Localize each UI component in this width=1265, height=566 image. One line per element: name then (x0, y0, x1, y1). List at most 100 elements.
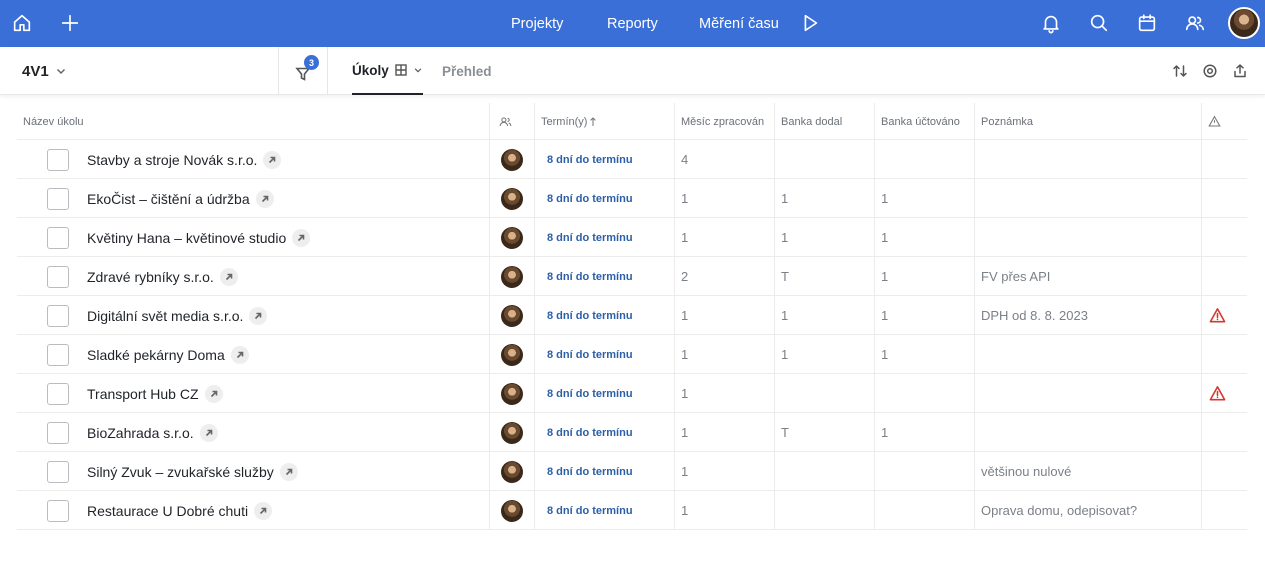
table-row[interactable]: Květiny Hana – květinové studio 8 dní do … (17, 218, 1247, 257)
task-checkbox[interactable] (47, 460, 69, 483)
task-name[interactable]: BioZahrada s.r.o. (87, 425, 194, 441)
bank-billed-cell[interactable] (874, 491, 974, 530)
deadline-cell[interactable]: 8 dní do termínu (534, 140, 674, 179)
assignee-cell[interactable] (489, 452, 534, 491)
task-checkbox[interactable] (47, 382, 69, 405)
bank-delivered-cell[interactable]: 1 (774, 179, 874, 218)
assignee-cell[interactable] (489, 374, 534, 413)
task-name[interactable]: Restaurace U Dobré chuti (87, 503, 248, 519)
open-task-icon[interactable] (219, 267, 238, 286)
bank-billed-cell[interactable]: 1 (874, 179, 974, 218)
table-row[interactable]: Digitální svět media s.r.o. 8 dní do term… (17, 296, 1247, 335)
assignee-cell[interactable] (489, 296, 534, 335)
deadline-cell[interactable]: 8 dní do termínu (534, 335, 674, 374)
plus-icon[interactable] (58, 11, 82, 35)
task-checkbox[interactable] (47, 187, 69, 210)
warning-cell[interactable] (1201, 491, 1247, 530)
task-checkbox[interactable] (47, 343, 69, 366)
month-cell[interactable]: 2 (674, 257, 774, 296)
task-name[interactable]: Transport Hub CZ (87, 386, 199, 402)
note-cell[interactable] (974, 374, 1201, 413)
task-checkbox[interactable] (47, 499, 69, 522)
note-cell[interactable] (974, 413, 1201, 452)
bank-delivered-cell[interactable]: 1 (774, 335, 874, 374)
task-checkbox[interactable] (47, 226, 69, 249)
project-selector[interactable]: 4V1 (22, 47, 67, 95)
nav-reporty[interactable]: Reporty (607, 0, 658, 47)
note-cell[interactable]: Oprava domu, odepisovat? (974, 491, 1201, 530)
assignee-cell[interactable] (489, 335, 534, 374)
task-name[interactable]: Stavby a stroje Novák s.r.o. (87, 152, 257, 168)
bank-delivered-cell[interactable] (774, 374, 874, 413)
task-checkbox[interactable] (47, 265, 69, 288)
month-cell[interactable]: 4 (674, 140, 774, 179)
task-checkbox[interactable] (47, 304, 69, 327)
deadline-cell[interactable]: 8 dní do termínu (534, 296, 674, 335)
note-cell[interactable]: DPH od 8. 8. 2023 (974, 296, 1201, 335)
open-task-icon[interactable] (254, 501, 273, 520)
warning-cell[interactable] (1201, 452, 1247, 491)
open-task-icon[interactable] (279, 462, 298, 481)
warning-cell[interactable] (1201, 413, 1247, 452)
table-row[interactable]: Silný Zvuk – zvukařské služby 8 dní do te… (17, 452, 1247, 491)
deadline-cell[interactable]: 8 dní do termínu (534, 218, 674, 257)
bank-delivered-cell[interactable]: 1 (774, 296, 874, 335)
task-name[interactable]: Zdravé rybníky s.r.o. (87, 269, 214, 285)
task-name[interactable]: Květiny Hana – květinové studio (87, 230, 286, 246)
deadline-cell[interactable]: 8 dní do termínu (534, 374, 674, 413)
table-row[interactable]: Restaurace U Dobré chuti 8 dní do termínu… (17, 491, 1247, 530)
warning-cell[interactable] (1201, 296, 1247, 335)
table-row[interactable]: Transport Hub CZ 8 dní do termínu 1 (17, 374, 1247, 413)
open-task-icon[interactable] (255, 189, 274, 208)
warning-cell[interactable] (1201, 140, 1247, 179)
nav-projekty[interactable]: Projekty (511, 0, 563, 47)
bank-billed-cell[interactable]: 1 (874, 335, 974, 374)
deadline-cell[interactable]: 8 dní do termínu (534, 413, 674, 452)
users-icon[interactable] (1183, 11, 1207, 35)
note-cell[interactable]: FV přes API (974, 257, 1201, 296)
note-cell[interactable] (974, 179, 1201, 218)
bank-billed-cell[interactable] (874, 140, 974, 179)
bank-delivered-cell[interactable]: T (774, 257, 874, 296)
open-task-icon[interactable] (292, 228, 311, 247)
month-cell[interactable]: 1 (674, 296, 774, 335)
bank-billed-cell[interactable]: 1 (874, 296, 974, 335)
task-name[interactable]: EkoČist – čištění a údržba (87, 191, 250, 207)
bank-billed-cell[interactable] (874, 452, 974, 491)
settings-icon[interactable] (1202, 63, 1218, 79)
month-cell[interactable]: 1 (674, 413, 774, 452)
open-task-icon[interactable] (204, 384, 223, 403)
note-cell[interactable] (974, 140, 1201, 179)
bank-delivered-cell[interactable] (774, 452, 874, 491)
column-header-name[interactable]: Název úkolu (17, 103, 489, 140)
task-name[interactable]: Digitální svět media s.r.o. (87, 308, 243, 324)
export-icon[interactable] (1232, 63, 1248, 79)
assignee-cell[interactable] (489, 179, 534, 218)
deadline-cell[interactable]: 8 dní do termínu (534, 179, 674, 218)
column-header-bank-billed[interactable]: Banka účtováno (874, 103, 974, 140)
chevron-down-icon[interactable] (413, 65, 423, 75)
user-avatar[interactable] (1228, 7, 1260, 39)
tab-prehled[interactable]: Přehled (442, 47, 492, 95)
table-row[interactable]: EkoČist – čištění a údržba 8 dní do termí… (17, 179, 1247, 218)
warning-cell[interactable] (1201, 179, 1247, 218)
month-cell[interactable]: 1 (674, 179, 774, 218)
bell-icon[interactable] (1039, 11, 1063, 35)
bank-delivered-cell[interactable] (774, 140, 874, 179)
bank-billed-cell[interactable]: 1 (874, 413, 974, 452)
task-name[interactable]: Silný Zvuk – zvukařské služby (87, 464, 274, 480)
note-cell[interactable]: většinou nulové (974, 452, 1201, 491)
month-cell[interactable]: 1 (674, 218, 774, 257)
month-cell[interactable]: 1 (674, 491, 774, 530)
month-cell[interactable]: 1 (674, 335, 774, 374)
bank-delivered-cell[interactable] (774, 491, 874, 530)
table-row[interactable]: Sladké pekárny Doma 8 dní do termínu 1 1 1 (17, 335, 1247, 374)
assignee-cell[interactable] (489, 218, 534, 257)
assignee-cell[interactable] (489, 413, 534, 452)
table-row[interactable]: Zdravé rybníky s.r.o. 8 dní do termínu 2 T 1… (17, 257, 1247, 296)
table-row[interactable]: Stavby a stroje Novák s.r.o. 8 dní do ter… (17, 140, 1247, 179)
bank-billed-cell[interactable]: 1 (874, 218, 974, 257)
warning-cell[interactable] (1201, 218, 1247, 257)
sort-icon[interactable] (1172, 63, 1188, 79)
column-header-note[interactable]: Poznámka (974, 103, 1201, 140)
